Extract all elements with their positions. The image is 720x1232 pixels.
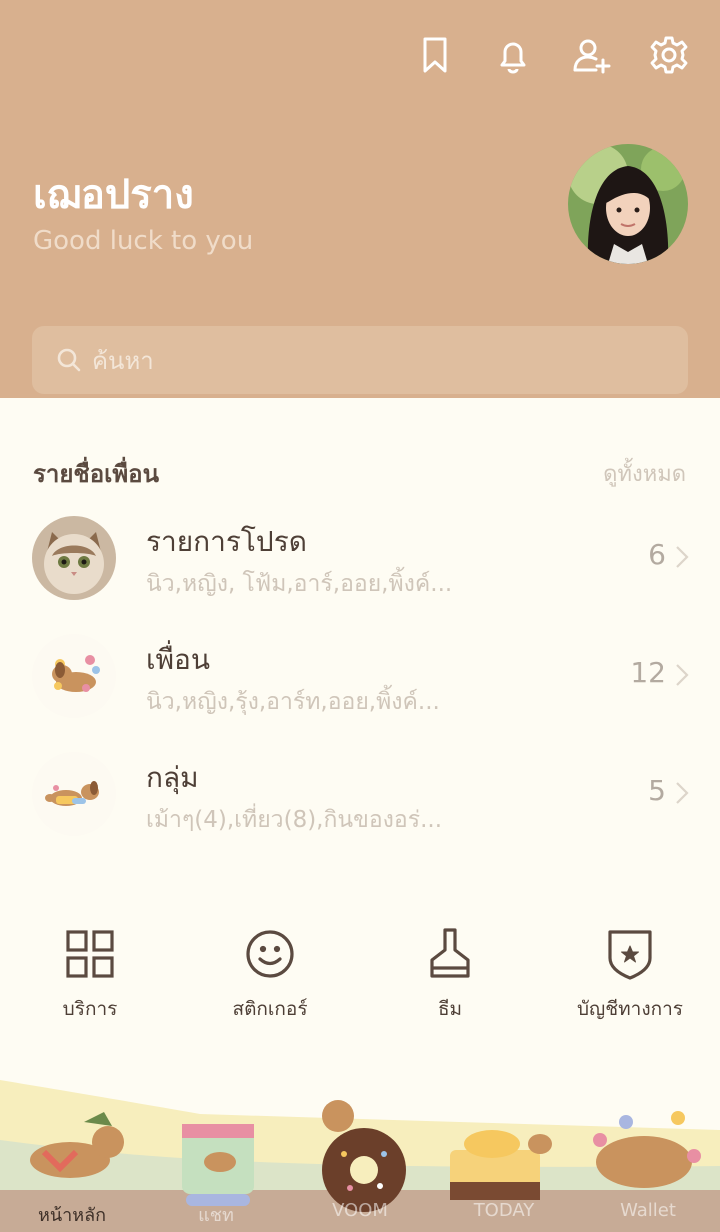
quick-action-label: ธีม	[437, 998, 463, 1020]
list-item-favorites[interactable]: รายการโปรด นิว,หญิง, โฟ้ม,อาร์,ออย,พิ้งค…	[0, 502, 720, 614]
avatar[interactable]	[568, 144, 688, 264]
donut-sticker	[322, 1100, 406, 1212]
bookmark-icon[interactable]	[414, 32, 456, 78]
cat-thumbnail	[32, 516, 116, 600]
settings-icon[interactable]	[648, 32, 690, 78]
themes-button[interactable]: ธีม	[360, 926, 540, 1024]
list-item-subtitle: เม้าๆ(4),เที่ยว(8),กินของอร่...	[146, 807, 443, 833]
tab-voom[interactable]: VOOM	[288, 1200, 432, 1232]
shield-star-icon	[608, 930, 652, 980]
smiley-icon	[246, 930, 294, 978]
services-button[interactable]: บริการ	[0, 926, 180, 1024]
chevron-right-icon	[676, 782, 689, 804]
quick-action-label: บัญชีทางการ	[577, 998, 683, 1020]
list-item-groups[interactable]: กลุ่ม เม้าๆ(4),เที่ยว(8),กินของอร่... 5	[0, 738, 720, 850]
view-all-link[interactable]: ดูทั้งหมด	[603, 456, 686, 491]
add-friend-icon[interactable]	[570, 32, 612, 78]
search-bar[interactable]: ค้นหา	[32, 326, 688, 394]
dog-group-thumbnail	[32, 752, 116, 836]
grid-icon	[66, 930, 114, 978]
status-message[interactable]: Good luck to you	[33, 226, 253, 256]
list-item-friends[interactable]: เพื่อน นิว,หญิง,รุ้ง,อาร์ท,ออย,พิ้งค์...…	[0, 620, 720, 732]
list-item-subtitle: นิว,หญิง, โฟ้ม,อาร์,ออย,พิ้งค์...	[146, 571, 453, 597]
drink-sticker	[182, 1124, 254, 1206]
quick-action-label: สติกเกอร์	[232, 998, 308, 1020]
list-item-title: กลุ่ม	[146, 761, 199, 794]
bottom-tab-bar: หน้าหลัก แชท VOOM TODAY Wallet	[0, 1200, 720, 1232]
list-item-subtitle: นิว,หญิง,รุ้ง,อาร์ท,ออย,พิ้งค์...	[146, 689, 440, 715]
tab-wallet[interactable]: Wallet	[576, 1200, 720, 1232]
bell-icon[interactable]	[492, 32, 534, 78]
brush-icon	[430, 928, 470, 978]
chevron-right-icon	[676, 664, 689, 686]
profile-header: เฌอปราง Good luck to you ค้นหา	[0, 0, 720, 398]
list-item-title: รายการโปรด	[146, 525, 307, 558]
dog-sticker-thumbnail	[32, 634, 116, 718]
list-item-count: 12	[630, 656, 666, 689]
tab-today[interactable]: TODAY	[432, 1200, 576, 1232]
stickers-button[interactable]: สติกเกอร์	[180, 926, 360, 1024]
tab-chat[interactable]: แชท	[144, 1200, 288, 1232]
cake-sticker	[450, 1130, 552, 1200]
list-item-count: 6	[648, 538, 666, 571]
list-item-count: 5	[648, 774, 666, 807]
header-toolbar	[414, 32, 690, 78]
profile-name[interactable]: เฌอปราง	[33, 162, 194, 226]
tab-home[interactable]: หน้าหลัก	[0, 1200, 144, 1232]
search-placeholder: ค้นหา	[92, 346, 154, 375]
chevron-right-icon	[676, 546, 689, 568]
quick-action-label: บริการ	[62, 998, 118, 1020]
friends-section-title: รายชื่อเพื่อน	[33, 460, 159, 488]
search-icon	[57, 348, 81, 372]
list-item-title: เพื่อน	[146, 643, 210, 676]
official-accounts-button[interactable]: บัญชีทางการ	[540, 926, 720, 1024]
